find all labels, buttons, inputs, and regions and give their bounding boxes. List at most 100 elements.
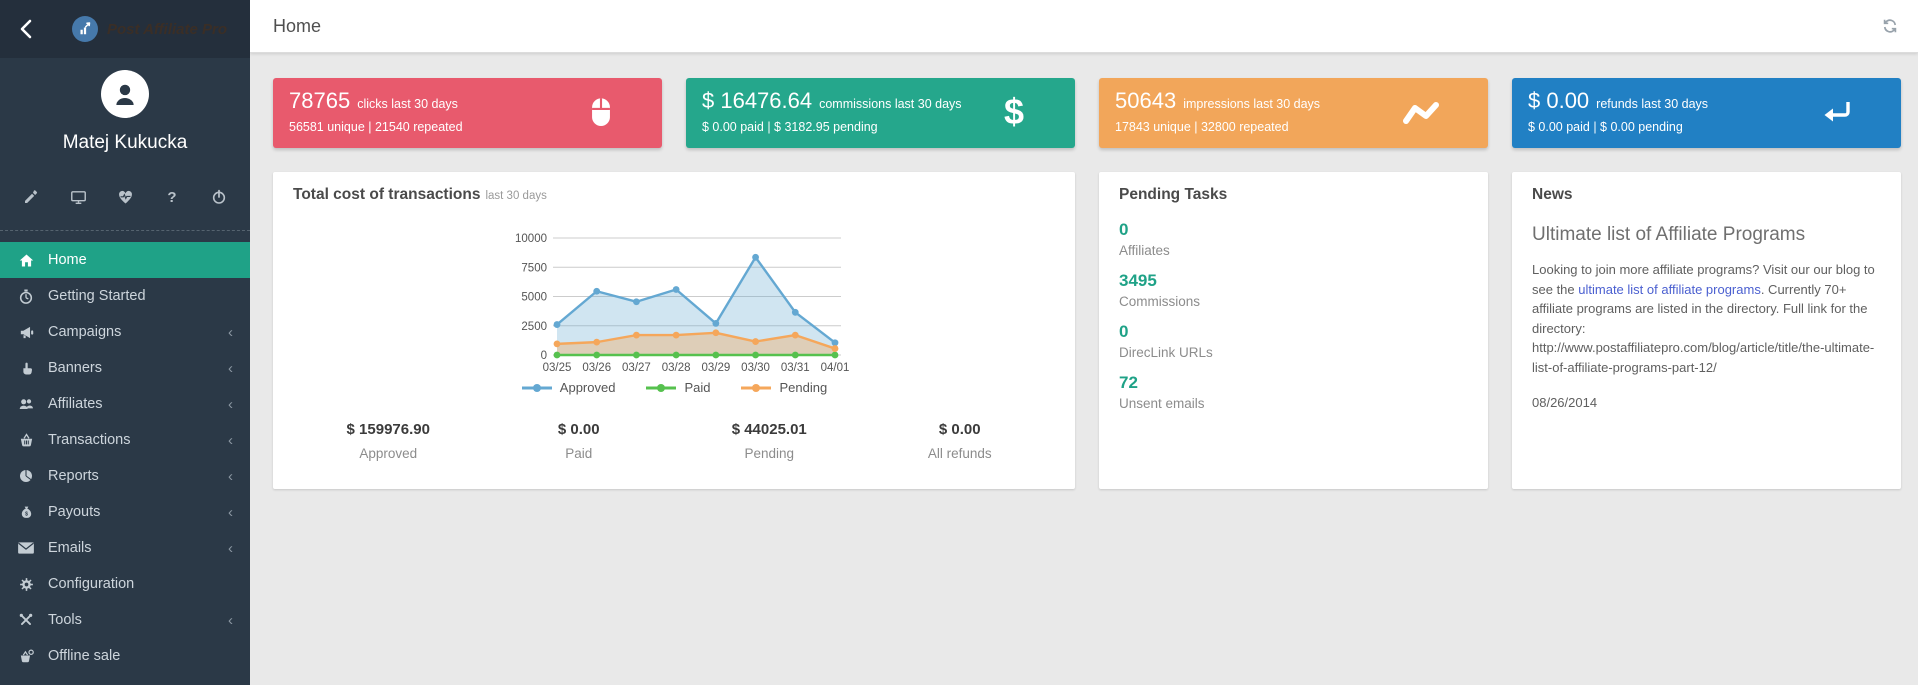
page-title: Home [273, 16, 321, 37]
stat-card-impressions[interactable]: 50643 impressions last 30 days 17843 uni… [1099, 78, 1488, 148]
chart-card-subtitle: last 30 days [485, 190, 546, 202]
news-link[interactable]: ultimate list of affiliate programs [1578, 282, 1761, 297]
stat-card-commissions[interactable]: $ 16476.64 commissions last 30 days $ 0.… [686, 78, 1075, 148]
user-name: Matej Kukucka [0, 132, 250, 154]
chart-stat-pending: $ 44025.01 Pending [674, 421, 865, 461]
pending-tasks-title: Pending Tasks [1119, 186, 1468, 204]
legend-swatch [645, 382, 677, 394]
pending-tasks-card: Pending Tasks 0 Affiliates 3495 Commissi… [1099, 172, 1488, 489]
legend-label: Pending [779, 380, 827, 395]
avatar[interactable] [101, 70, 149, 118]
sidebar-item-label: Transactions [48, 432, 130, 448]
home-icon [16, 251, 36, 269]
sidebar-item-label: Banners [48, 360, 102, 376]
monitor-icon[interactable] [69, 188, 87, 206]
refresh-icon[interactable] [1882, 18, 1900, 36]
submenu-chevron-icon: ‹ [228, 397, 233, 412]
submenu-chevron-icon: ‹ [228, 505, 233, 520]
heartbeat-icon[interactable] [116, 188, 134, 206]
app-logo [72, 16, 98, 42]
sidebar-item-label: Emails [48, 540, 92, 556]
stat-caption: Paid [484, 446, 675, 461]
money-bag-icon: $ [16, 503, 36, 521]
main-area: Home 78765 clicks last 30 days 56581 uni… [250, 0, 1918, 685]
chevron-left-icon [17, 18, 37, 40]
sidebar-item-label: Getting Started [48, 288, 146, 304]
legend-item-approved[interactable]: Approved [521, 380, 616, 395]
stat-label: refunds last 30 days [1596, 97, 1708, 111]
task-count-link[interactable]: 3495 [1119, 271, 1157, 291]
sidebar-item-configuration[interactable]: Configuration [0, 566, 250, 602]
help-icon[interactable]: ? [163, 188, 181, 206]
area-chart: 02500500075001000003/2503/2603/2703/2803… [293, 228, 1055, 378]
stat-caption: Approved [293, 446, 484, 461]
logo-arrows-icon [76, 20, 94, 38]
sidebar-item-payouts[interactable]: $ Payouts ‹ [0, 494, 250, 530]
task-count-link[interactable]: 0 [1119, 220, 1128, 240]
legend-label: Approved [560, 380, 616, 395]
mouse-icon [588, 95, 614, 131]
content-row: Total cost of transactionslast 30 days 0… [250, 148, 1918, 489]
transactions-chart-card: Total cost of transactionslast 30 days 0… [273, 172, 1075, 489]
svg-text:03/28: 03/28 [662, 362, 691, 374]
chart-canvas: 02500500075001000003/2503/2603/2703/2803… [499, 228, 849, 378]
sidebar-item-home[interactable]: Home [0, 242, 250, 278]
envelope-icon [16, 539, 36, 557]
sidebar-item-label: Offline sale [48, 648, 120, 664]
gear-icon [16, 575, 36, 593]
sidebar-collapse-button[interactable] [12, 14, 42, 44]
user-profile: Matej Kukucka ? [0, 58, 250, 206]
task-label: Unsent emails [1119, 396, 1468, 411]
sidebar-item-offline-sale[interactable]: Offline sale [0, 638, 250, 674]
stat-label: commissions last 30 days [819, 97, 961, 111]
pie-chart-icon [16, 467, 36, 485]
svg-text:03/30: 03/30 [741, 362, 770, 374]
sidebar-item-label: Campaigns [48, 324, 121, 340]
task-count-link[interactable]: 72 [1119, 373, 1138, 393]
megaphone-icon [16, 323, 36, 341]
legend-label: Paid [684, 380, 710, 395]
svg-text:03/25: 03/25 [543, 362, 572, 374]
sidebar-item-label: Reports [48, 468, 99, 484]
svg-text:0: 0 [541, 350, 547, 362]
task-count-link[interactable]: 0 [1119, 322, 1128, 342]
sidebar-item-emails[interactable]: Emails ‹ [0, 530, 250, 566]
task-item-unsent-emails: 72 Unsent emails [1119, 373, 1468, 411]
sidebar-item-transactions[interactable]: Transactions ‹ [0, 422, 250, 458]
sidebar: Post Affiliate Pro Matej Kukucka [0, 0, 250, 685]
sidebar-item-campaigns[interactable]: Campaigns ‹ [0, 314, 250, 350]
stat-card-refunds[interactable]: $ 0.00 refunds last 30 days $ 0.00 paid … [1512, 78, 1901, 148]
tools-icon [16, 611, 36, 629]
sidebar-item-affiliates[interactable]: Affiliates ‹ [0, 386, 250, 422]
stat-amount: $ 159976.90 [293, 421, 484, 438]
news-body: Looking to join more affiliate programs?… [1532, 260, 1881, 377]
news-title: News [1532, 186, 1881, 204]
sidebar-item-getting-started[interactable]: Getting Started [0, 278, 250, 314]
top-header: Home [250, 0, 1918, 53]
sidebar-item-tools[interactable]: Tools ‹ [0, 602, 250, 638]
task-label: Affiliates [1119, 243, 1468, 258]
svg-text:03/26: 03/26 [582, 362, 611, 374]
legend-item-pending[interactable]: Pending [740, 380, 827, 395]
stat-amount: $ 44025.01 [674, 421, 865, 438]
stat-card-clicks[interactable]: 78765 clicks last 30 days 56581 unique |… [273, 78, 662, 148]
legend-item-paid[interactable]: Paid [645, 380, 710, 395]
submenu-chevron-icon: ‹ [228, 325, 233, 340]
shopping-basket-icon [16, 431, 36, 449]
quick-actions: ? [0, 188, 250, 206]
news-date: 08/26/2014 [1532, 395, 1881, 410]
sidebar-item-reports[interactable]: Reports ‹ [0, 458, 250, 494]
sidebar-item-label: Tools [48, 612, 82, 628]
task-label: Commissions [1119, 294, 1468, 309]
stat-caption: Pending [674, 446, 865, 461]
svg-text:$: $ [25, 511, 28, 517]
sidebar-item-label: Configuration [48, 576, 134, 592]
stat-amount: $ 0.00 [484, 421, 675, 438]
stopwatch-icon [16, 287, 36, 305]
news-card: News Ultimate list of Affiliate Programs… [1512, 172, 1901, 489]
edit-pencil-icon[interactable] [22, 188, 40, 206]
power-icon[interactable] [210, 188, 228, 206]
svg-text:03/29: 03/29 [701, 362, 730, 374]
hand-pointer-icon [16, 359, 36, 377]
sidebar-item-banners[interactable]: Banners ‹ [0, 350, 250, 386]
